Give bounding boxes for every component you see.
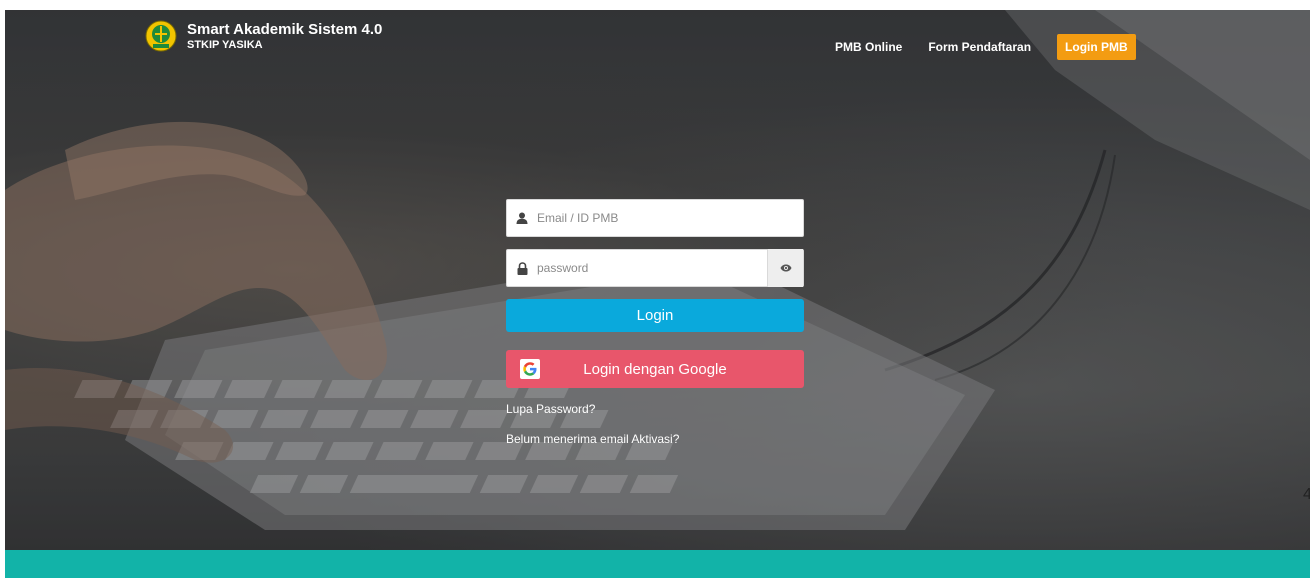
user-icon (507, 199, 537, 237)
google-g-icon (520, 359, 540, 379)
university-seal-icon (145, 20, 177, 52)
footer-band (5, 550, 1310, 578)
institution-name: STKIP YASIKA (187, 38, 263, 51)
resend-activation-link[interactable]: Belum menerima email Aktivasi? (506, 432, 804, 446)
email-field-wrapper (506, 199, 804, 237)
lock-icon (507, 249, 537, 287)
forgot-password-link[interactable]: Lupa Password? (506, 402, 804, 416)
eye-icon (780, 264, 791, 272)
google-login-button[interactable]: Login dengan Google (506, 350, 804, 388)
password-field-wrapper (506, 249, 804, 287)
nav-form-pendaftaran[interactable]: Form Pendaftaran (928, 40, 1031, 54)
hero-background: Smart Akademik Sistem 4.0 STKIP YASIKA P… (5, 10, 1310, 550)
email-input[interactable] (537, 200, 803, 236)
google-login-label: Login dengan Google (583, 360, 727, 378)
toggle-password-button[interactable] (767, 249, 803, 287)
password-input[interactable] (537, 250, 767, 286)
edge-text: 4 (1303, 486, 1310, 503)
login-form: Login Login dengan Google Lupa Password?… (506, 199, 804, 446)
brand-header[interactable]: Smart Akademik Sistem 4.0 STKIP YASIKA (145, 20, 382, 52)
nav-pmb-online[interactable]: PMB Online (835, 40, 902, 54)
top-navigation: PMB Online Form Pendaftaran Login PMB (835, 34, 1136, 60)
login-pmb-button[interactable]: Login PMB (1057, 34, 1136, 60)
login-button[interactable]: Login (506, 299, 804, 332)
app-title: Smart Akademik Sistem 4.0 (187, 20, 383, 38)
